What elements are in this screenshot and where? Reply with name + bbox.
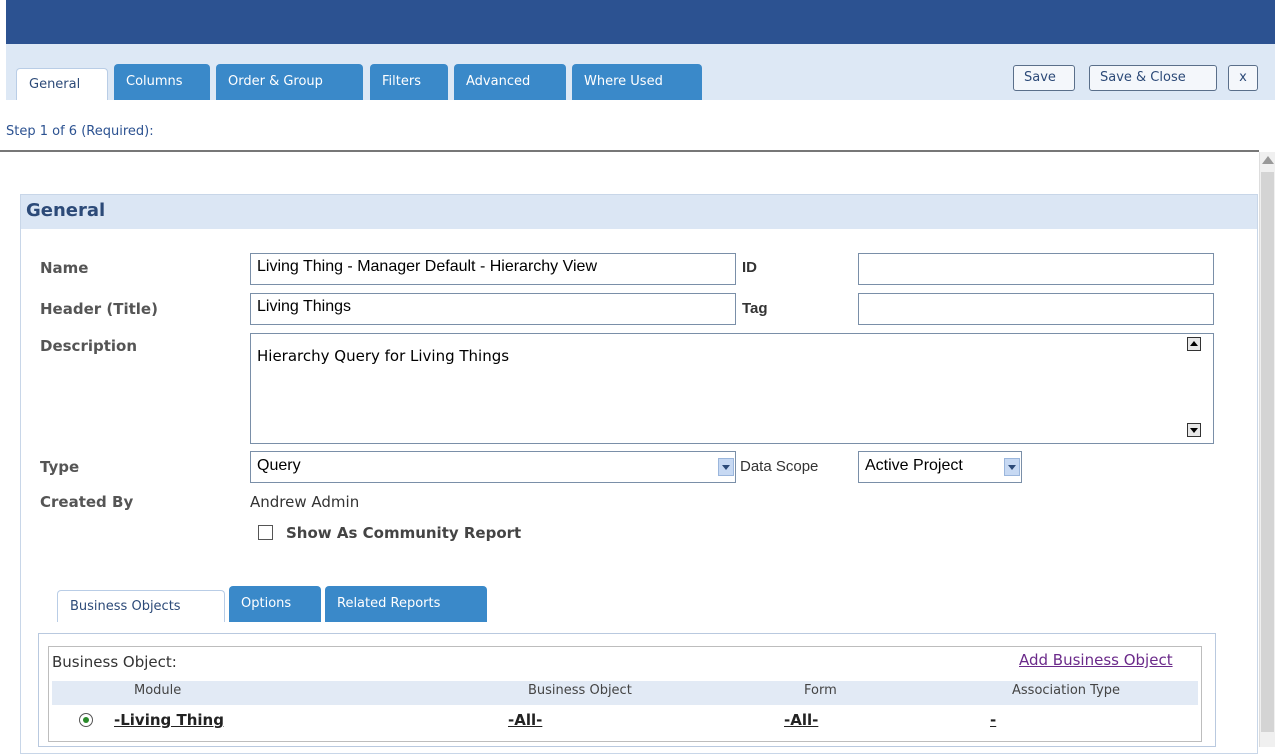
type-value: Query xyxy=(257,457,301,474)
row-module-link[interactable]: -Living Thing xyxy=(114,711,224,729)
type-select[interactable]: Query xyxy=(250,451,736,483)
column-header-association-type[interactable]: Association Type xyxy=(1012,683,1120,698)
column-header-module[interactable]: Module xyxy=(134,683,181,698)
scroll-up-icon[interactable] xyxy=(1262,156,1274,164)
tab-where-used[interactable]: Where Used xyxy=(572,64,702,100)
save-button[interactable]: Save xyxy=(1013,65,1075,91)
top-banner xyxy=(6,0,1275,44)
data-scope-label: Data Scope xyxy=(740,458,819,475)
created-by-label: Created By xyxy=(40,493,134,511)
community-report-label: Show As Community Report xyxy=(286,524,522,542)
page-scrollbar[interactable] xyxy=(1259,152,1275,747)
data-scope-select[interactable]: Active Project xyxy=(858,451,1022,483)
subtab-related-reports[interactable]: Related Reports xyxy=(325,586,487,622)
id-field[interactable] xyxy=(858,253,1214,285)
name-field[interactable]: Living Thing - Manager Default - Hierarc… xyxy=(250,253,736,285)
community-report-checkbox[interactable] xyxy=(258,525,273,540)
subtab-business-objects[interactable]: Business Objects xyxy=(57,590,225,622)
textarea-scroll-down-icon[interactable] xyxy=(1187,423,1201,437)
row-business-object-link[interactable]: -All- xyxy=(508,711,542,729)
add-business-object-link[interactable]: Add Business Object xyxy=(1019,651,1173,669)
header-field[interactable]: Living Things xyxy=(250,293,736,325)
description-label: Description xyxy=(40,337,138,355)
tag-field[interactable] xyxy=(858,293,1214,325)
id-label: ID xyxy=(742,259,757,276)
tab-filters[interactable]: Filters xyxy=(370,64,448,100)
description-textarea[interactable]: Hierarchy Query for Living Things xyxy=(250,333,1214,444)
type-label: Type xyxy=(40,458,80,476)
section-header xyxy=(21,195,1257,229)
description-text: Hierarchy Query for Living Things xyxy=(257,347,510,365)
save-close-button[interactable]: Save & Close xyxy=(1089,65,1217,91)
section-title: General xyxy=(26,200,106,221)
data-scope-value: Active Project xyxy=(865,457,963,474)
close-button[interactable]: x xyxy=(1228,65,1258,91)
tag-label: Tag xyxy=(742,300,768,317)
column-header-business-object[interactable]: Business Object xyxy=(528,683,632,698)
chevron-down-icon[interactable] xyxy=(718,458,734,476)
name-label: Name xyxy=(40,259,89,277)
tab-general[interactable]: General xyxy=(16,68,108,100)
tab-columns[interactable]: Columns xyxy=(114,64,210,100)
step-indicator: Step 1 of 6 (Required): xyxy=(6,124,154,139)
header-label: Header (Title) xyxy=(40,300,158,318)
tab-order-group[interactable]: Order & Group xyxy=(216,64,363,100)
tab-advanced[interactable]: Advanced xyxy=(454,64,566,100)
column-header-form[interactable]: Form xyxy=(804,683,837,698)
chevron-down-icon[interactable] xyxy=(1004,458,1020,476)
business-object-label: Business Object: xyxy=(52,653,177,671)
textarea-scroll-up-icon[interactable] xyxy=(1187,337,1201,351)
scroll-thumb[interactable] xyxy=(1261,172,1274,732)
created-by-value: Andrew Admin xyxy=(250,493,360,511)
divider xyxy=(0,150,1259,152)
subtab-options[interactable]: Options xyxy=(229,586,321,622)
row-association-type-link[interactable]: - xyxy=(990,711,996,729)
row-form-link[interactable]: -All- xyxy=(784,711,818,729)
row-select-radio[interactable] xyxy=(79,713,93,727)
